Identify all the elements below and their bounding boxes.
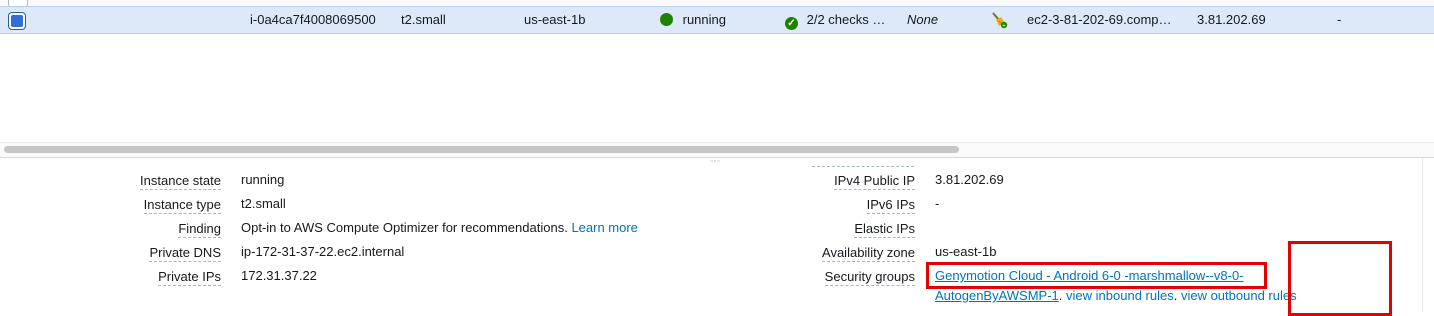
availability-zone-cell: us-east-1b [524, 12, 586, 27]
instance-state-text: running [682, 12, 726, 27]
status-checks-cell: ✓ 2/2 checks … [785, 7, 885, 33]
alarm-status-cell: None [907, 12, 939, 27]
private-ips-value: 172.31.37.22 [241, 268, 317, 283]
instance-state-cell: running [660, 7, 726, 33]
ipv6-ips-value: - [935, 196, 940, 211]
security-groups-label: Security groups [824, 269, 915, 286]
view-inbound-rules-link[interactable]: view inbound rules [1066, 288, 1174, 303]
create-alarm-cell[interactable]: + [990, 7, 1008, 34]
broom-icon[interactable]: + [990, 11, 1008, 29]
resize-handle-icon[interactable]: ▫▫▫ [710, 158, 720, 165]
availability-zone-value: us-east-1b [935, 244, 997, 259]
instance-type-value: t2.small [241, 196, 286, 211]
view-outbound-rules-link[interactable]: view outbound rules [1181, 288, 1297, 303]
highlight-box [1288, 241, 1392, 316]
finding-label: Finding [178, 221, 221, 238]
separator: . [1058, 288, 1067, 303]
availability-zone-label: Availability zone [822, 245, 915, 262]
security-group-line2: AutogenByAWSMP-1. view inbound rules. vi… [935, 287, 1297, 304]
elastic-ips-label: Elastic IPs [854, 221, 915, 238]
learn-more-link[interactable]: Learn more [571, 220, 637, 235]
checkbox-checked-mark [11, 15, 23, 27]
separator: . [1173, 288, 1181, 303]
running-status-dot-icon [660, 13, 673, 26]
public-dns-cell: ec2-3-81-202-69.comp… [1027, 12, 1172, 27]
finding-value: Opt-in to AWS Compute Optimizer for reco… [241, 219, 638, 236]
elastic-ip-cell: - [1337, 12, 1342, 27]
finding-text: Opt-in to AWS Compute Optimizer for reco… [241, 220, 568, 235]
private-dns-value: ip-172-31-37-22.ec2.internal [241, 244, 405, 259]
instance-state-value: running [241, 172, 285, 187]
private-ips-label: Private IPs [158, 269, 221, 286]
check-circle-icon: ✓ [785, 17, 798, 30]
instance-id-cell[interactable]: i-0a4ca7f4008069500 [250, 7, 376, 33]
scrollbar-thumb[interactable] [4, 146, 959, 153]
ipv6-ips-label: IPv6 IPs [866, 197, 915, 214]
status-checks-text: 2/2 checks … [806, 12, 886, 27]
row-checkbox[interactable] [8, 12, 26, 30]
ipv4-public-ip-value: 3.81.202.69 [935, 172, 1004, 187]
ipv4-public-ip-label: IPv4 Public IP [834, 173, 915, 190]
vertical-scrollbar[interactable] [1422, 158, 1423, 312]
instance-type-cell: t2.small [401, 12, 446, 27]
table-row[interactable]: i-0a4ca7f4008069500 t2.small us-east-1b … [0, 6, 1434, 34]
instance-state-label: Instance state [140, 173, 221, 190]
security-group-name-link-cont[interactable]: AutogenByAWSMP-1 [935, 288, 1059, 303]
public-ip-cell: 3.81.202.69 [1197, 12, 1266, 27]
instance-type-label: Instance type [143, 197, 221, 214]
divider [812, 166, 914, 167]
highlight-box-security-group [926, 262, 1267, 289]
svg-text:+: + [1002, 23, 1006, 29]
private-dns-label: Private DNS [149, 245, 221, 262]
